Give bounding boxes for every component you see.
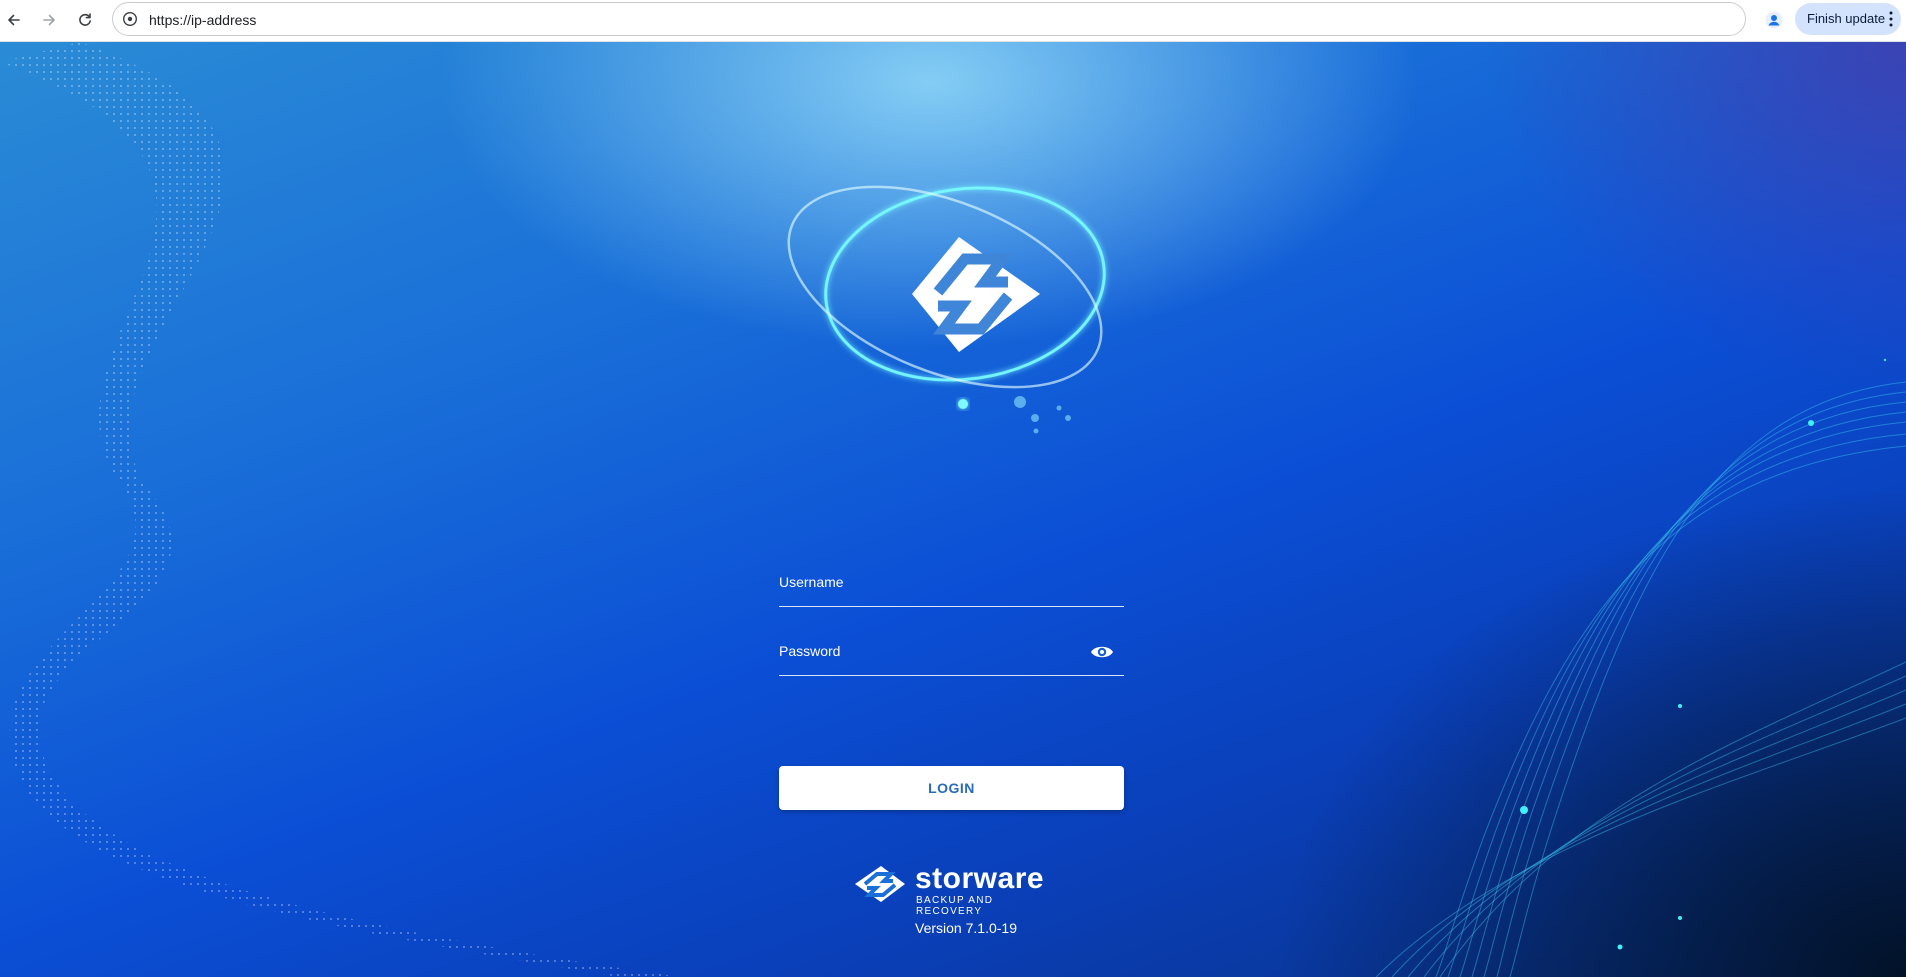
- profile-icon: [1765, 11, 1783, 29]
- brand-name: storware: [915, 862, 1045, 895]
- storware-logo-icon: [855, 866, 905, 902]
- eye-icon[interactable]: [1090, 643, 1114, 661]
- forward-button[interactable]: [35, 6, 63, 34]
- password-input[interactable]: [779, 637, 1083, 669]
- storware-hero-logo: [787, 185, 1106, 434]
- finish-update-label[interactable]: Finish update: [1807, 11, 1885, 26]
- arrow-left-icon: [8, 14, 20, 26]
- login-button[interactable]: LOGIN: [779, 766, 1124, 810]
- password-field[interactable]: Password: [779, 623, 1124, 676]
- profile-button[interactable]: [1760, 6, 1788, 34]
- reload-button[interactable]: [71, 6, 99, 34]
- storware-emblem: [912, 237, 1040, 352]
- login-page: Username Password LOGIN storware BACKUP …: [0, 42, 1906, 977]
- username-input[interactable]: [779, 568, 1083, 600]
- address-bar[interactable]: https://ip-address: [112, 2, 1746, 36]
- username-field[interactable]: Username: [779, 554, 1124, 607]
- dotted-wave-decoration: [0, 42, 680, 977]
- brand-tagline: BACKUP AND RECOVERY: [916, 895, 994, 917]
- finish-update-button[interactable]: Finish update: [1795, 3, 1901, 35]
- site-info-icon[interactable]: [122, 11, 138, 27]
- storware-brand: storware BACKUP AND RECOVERY: [853, 862, 1063, 917]
- browser-toolbar: https://ip-address Finish update: [0, 0, 1906, 42]
- login-form: Username Password: [779, 554, 1124, 692]
- line-wave-decoration: [1375, 381, 1906, 977]
- reload-icon: [79, 13, 91, 26]
- back-button[interactable]: [0, 6, 28, 34]
- arrow-right-icon: [43, 14, 55, 26]
- url-text[interactable]: https://ip-address: [149, 3, 256, 37]
- kebab-menu-icon[interactable]: [1889, 3, 1893, 35]
- version-text: Version 7.1.0-19: [915, 920, 1017, 936]
